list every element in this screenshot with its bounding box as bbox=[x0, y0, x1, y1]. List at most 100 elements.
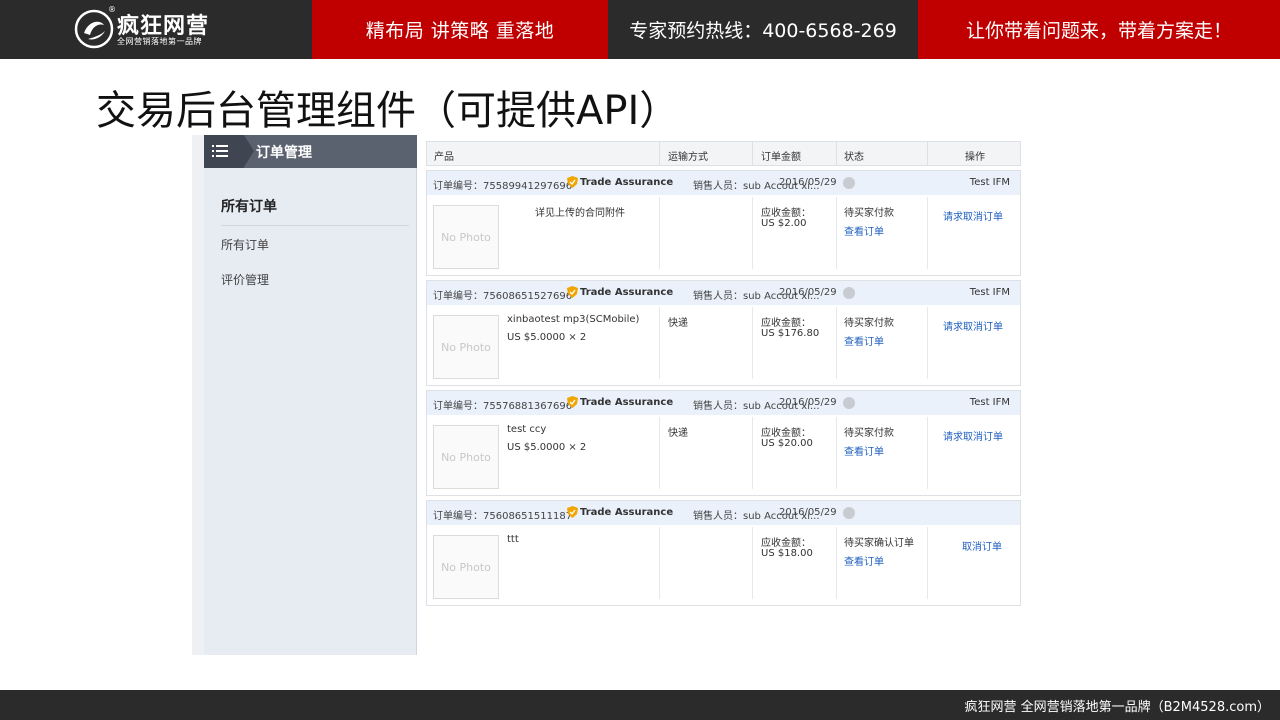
cancel-order-link[interactable]: 取消订单 bbox=[962, 538, 1002, 553]
column-header-amount: 订单金额 bbox=[761, 152, 801, 163]
sidebar-divider bbox=[221, 225, 409, 226]
trade-assurance-badge: Trade Assurance bbox=[567, 396, 673, 408]
footer-bar: 疯狂网营 全网营销落地第一品牌（B2M4528.com） bbox=[0, 690, 1280, 720]
chat-icon[interactable] bbox=[843, 397, 855, 409]
sidebar-item-all-orders[interactable]: 所有订单 bbox=[221, 236, 269, 253]
column-divider bbox=[836, 197, 837, 269]
column-divider bbox=[836, 142, 837, 165]
trade-assurance-badge: Trade Assurance bbox=[567, 176, 673, 188]
order-date: 2016/05/29 bbox=[779, 177, 837, 188]
brand-logo-icon bbox=[74, 9, 114, 49]
sidebar-toggle[interactable] bbox=[204, 135, 254, 168]
order-status: 待买家付款 bbox=[844, 428, 894, 439]
column-divider bbox=[752, 307, 753, 379]
banner-tagline: 精布局 讲策略 重落地 bbox=[312, 0, 608, 59]
view-order-link[interactable]: 查看订单 bbox=[844, 443, 884, 458]
brand-slogan: 全网营销落地第一品牌 bbox=[117, 37, 202, 46]
product-name[interactable]: 详见上传的合同附件 bbox=[535, 204, 625, 219]
order-number: 订单编号：75608651511187 bbox=[433, 511, 573, 522]
sidebar: 订单管理 所有订单 所有订单 评价管理 bbox=[204, 135, 417, 655]
brand-logo-area: ® 疯狂网营 全网营销落地第一品牌 bbox=[0, 0, 312, 59]
column-divider bbox=[836, 417, 837, 489]
chat-icon[interactable] bbox=[843, 507, 855, 519]
product-name[interactable]: xinbaotest mp3(SCMobile) bbox=[507, 314, 639, 325]
order-status: 待买家付款 bbox=[844, 318, 894, 329]
order-buyer: Test IFM bbox=[969, 177, 1010, 188]
column-divider bbox=[659, 142, 660, 165]
shield-icon bbox=[567, 176, 578, 188]
slide-title: 交易后台管理组件（可提供API） bbox=[96, 88, 680, 134]
trade-assurance-label: Trade Assurance bbox=[580, 396, 674, 408]
order-number: 订单编号：75608651527696 bbox=[433, 291, 573, 302]
banner-slogan: 让你带着问题来，带着方案走！ bbox=[918, 0, 1280, 59]
view-order-link[interactable]: 查看订单 bbox=[844, 333, 884, 348]
top-banner: ® 疯狂网营 全网营销落地第一品牌 精布局 讲策略 重落地 专家预约热线：400… bbox=[0, 0, 1280, 59]
view-order-link[interactable]: 查看订单 bbox=[844, 553, 884, 568]
order-row: 订单编号：75608651511187 Trade Assurance 销售人员… bbox=[426, 500, 1021, 606]
order-date: 2016/05/29 bbox=[779, 397, 837, 408]
chat-icon[interactable] bbox=[843, 177, 855, 189]
amount-label: 应收金额： bbox=[761, 428, 811, 439]
registered-mark: ® bbox=[108, 5, 116, 14]
order-amount: US $2.00 bbox=[761, 218, 807, 229]
sidebar-edge bbox=[192, 135, 204, 655]
request-cancel-link[interactable]: 请求取消订单 bbox=[943, 208, 1003, 223]
column-header-status: 状态 bbox=[844, 152, 864, 163]
order-header: 订单编号：75576881367696 Trade Assurance 销售人员… bbox=[427, 391, 1020, 415]
trade-assurance-label: Trade Assurance bbox=[580, 286, 674, 298]
sidebar-header: 订单管理 bbox=[204, 135, 417, 168]
column-divider bbox=[752, 527, 753, 599]
product-photo-placeholder: No Photo bbox=[433, 425, 499, 489]
column-divider bbox=[836, 527, 837, 599]
product-name[interactable]: test ccy bbox=[507, 424, 546, 435]
order-date: 2016/05/29 bbox=[779, 287, 837, 298]
banner-hotline: 专家预约热线：400-6568-269 bbox=[608, 0, 918, 59]
order-buyer: Test IFM bbox=[969, 397, 1010, 408]
trade-assurance-badge: Trade Assurance bbox=[567, 286, 673, 298]
order-header: 订单编号：75608651527696 Trade Assurance 销售人员… bbox=[427, 281, 1020, 305]
order-number: 订单编号：75589941297696 bbox=[433, 181, 573, 192]
column-divider bbox=[659, 197, 660, 269]
request-cancel-link[interactable]: 请求取消订单 bbox=[943, 428, 1003, 443]
order-amount: US $20.00 bbox=[761, 438, 813, 449]
order-admin-screenshot: 订单管理 所有订单 所有订单 评价管理 产品 运输方式 订单金额 状态 操作 订… bbox=[192, 133, 1022, 655]
column-divider bbox=[752, 197, 753, 269]
trade-assurance-badge: Trade Assurance bbox=[567, 506, 673, 518]
order-status: 待买家付款 bbox=[844, 208, 894, 219]
order-amount: US $176.80 bbox=[761, 328, 820, 339]
order-header: 订单编号：75608651511187 Trade Assurance 销售人员… bbox=[427, 501, 1020, 525]
product-photo-placeholder: No Photo bbox=[433, 205, 499, 269]
table-header: 产品 运输方式 订单金额 状态 操作 bbox=[426, 141, 1021, 166]
request-cancel-link[interactable]: 请求取消订单 bbox=[943, 318, 1003, 333]
order-date: 2016/05/29 bbox=[779, 507, 837, 518]
chat-icon[interactable] bbox=[843, 287, 855, 299]
column-divider bbox=[927, 527, 928, 599]
column-header-product: 产品 bbox=[434, 152, 454, 163]
order-row: 订单编号：75589941297696 Trade Assurance 销售人员… bbox=[426, 170, 1021, 276]
view-order-link[interactable]: 查看订单 bbox=[844, 223, 884, 238]
column-divider bbox=[927, 417, 928, 489]
column-divider bbox=[752, 142, 753, 165]
column-divider bbox=[659, 527, 660, 599]
shipping-method: 快递 bbox=[668, 318, 688, 329]
order-header: 订单编号：75589941297696 Trade Assurance 销售人员… bbox=[427, 171, 1020, 195]
order-buyer: Test IFM bbox=[969, 287, 1010, 298]
sidebar-item-reviews[interactable]: 评价管理 bbox=[221, 271, 269, 288]
amount-label: 应收金额： bbox=[761, 538, 811, 549]
product-price: US $5.0000 × 2 bbox=[507, 332, 587, 343]
shield-icon bbox=[567, 396, 578, 408]
order-amount: US $18.00 bbox=[761, 548, 813, 559]
column-divider bbox=[927, 197, 928, 269]
amount-label: 应收金额： bbox=[761, 208, 811, 219]
product-name[interactable]: ttt bbox=[507, 534, 519, 545]
order-row: 订单编号：75576881367696 Trade Assurance 销售人员… bbox=[426, 390, 1021, 496]
order-status: 待买家确认订单 bbox=[844, 538, 914, 549]
footer-text: 疯狂网营 全网营销落地第一品牌（B2M4528.com） bbox=[964, 700, 1270, 715]
sidebar-section-title: 所有订单 bbox=[221, 199, 277, 215]
column-divider bbox=[927, 307, 928, 379]
amount-label: 应收金额： bbox=[761, 318, 811, 329]
shield-icon bbox=[567, 286, 578, 298]
column-header-action: 操作 bbox=[965, 152, 985, 163]
order-row: 订单编号：75608651527696 Trade Assurance 销售人员… bbox=[426, 280, 1021, 386]
column-header-shipping: 运输方式 bbox=[668, 152, 708, 163]
